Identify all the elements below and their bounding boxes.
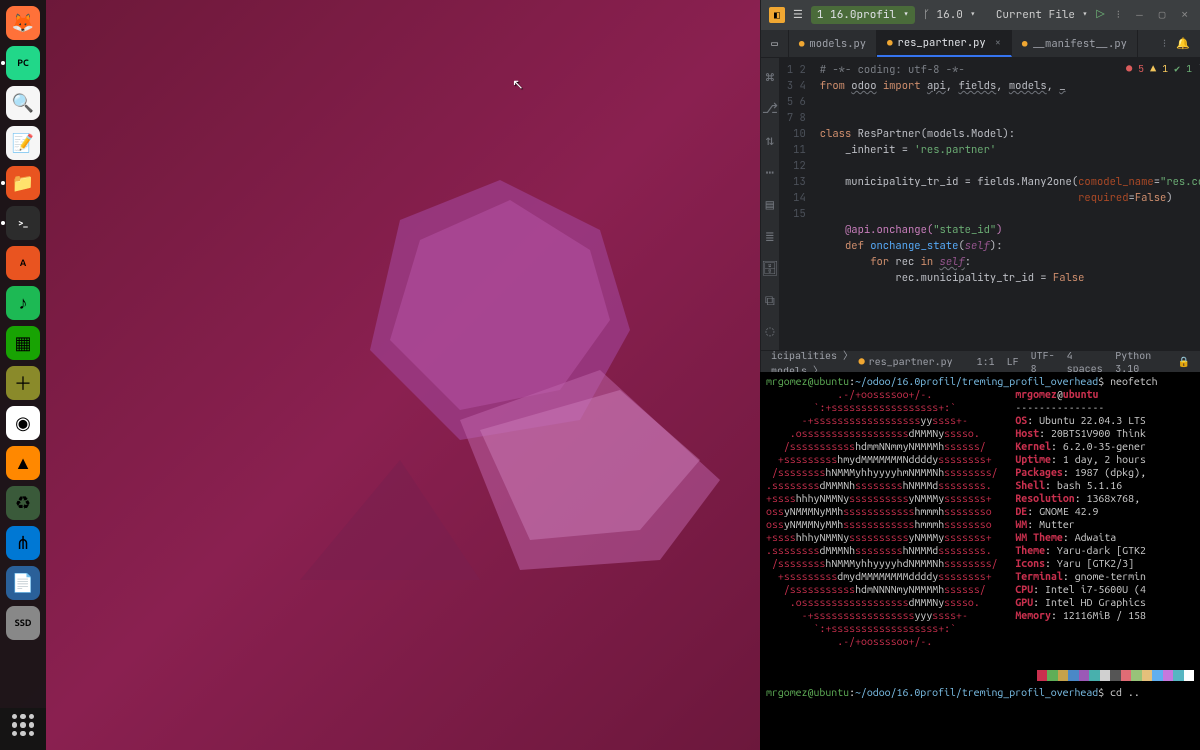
- dock-writer[interactable]: 📄: [6, 566, 40, 600]
- dock-trash[interactable]: ♻: [6, 486, 40, 520]
- dock-software[interactable]: A: [6, 246, 40, 280]
- editor-tab[interactable]: ● models.py: [789, 30, 877, 57]
- dock-vlc[interactable]: ▲: [6, 446, 40, 480]
- project-selector[interactable]: 1 16.0profil ▾: [811, 6, 915, 24]
- indent-setting[interactable]: 4 spaces: [1067, 349, 1104, 375]
- ubuntu-dock: 🦊 PC 🔍 📝 📁 >_ A ♪ ▦ ＋ ◉ ▲ ♻ ⋔ 📄 SSD: [0, 0, 46, 750]
- tab-actions-button[interactable]: ⁝: [1163, 37, 1167, 51]
- file-encoding[interactable]: UTF-8: [1031, 349, 1055, 375]
- editor-tabs: ▭ ● models.py ● res_partner.py × ● __manifest_…: [761, 30, 1200, 58]
- dock-magnifier[interactable]: 🔍: [6, 86, 40, 120]
- editor-tab[interactable]: ● res_partner.py ×: [877, 30, 1012, 57]
- structure-tool-icon[interactable]: ⌘: [766, 68, 774, 86]
- run-button[interactable]: ▷: [1096, 6, 1104, 24]
- code-editor[interactable]: ● 5 ▲ 1 ✔ 1 ˇ 1 2 3 4 5 6 7 8 10 11 12 1…: [780, 58, 1200, 350]
- dock-ssd[interactable]: SSD: [6, 606, 40, 640]
- editor-gutter: 1 2 3 4 5 6 7 8 10 11 12 13 14 15: [780, 58, 812, 350]
- pycharm-titlebar: ◧ ☰ 1 16.0profil ▾ ᚴ 16.0 ▾ Current File…: [761, 0, 1200, 30]
- app-grid-button[interactable]: [6, 708, 40, 742]
- python-console-icon[interactable]: ◌: [766, 324, 774, 342]
- caret-position[interactable]: 1:1: [977, 355, 995, 368]
- terminal-tool-icon[interactable]: ⧉: [765, 292, 775, 310]
- left-tool-strip: ⌘ ⎇ ⇅ ⋯ ▤ ≣ 🗄 ⧉ ◌ ⊘: [761, 58, 780, 350]
- dock-terminal[interactable]: >_: [6, 206, 40, 240]
- dock-text-editor[interactable]: 📝: [6, 126, 40, 160]
- gnome-terminal-window[interactable]: mrgomez@ubuntu:~/odoo/16.0profil/treming…: [760, 372, 1200, 750]
- pycharm-logo-icon: ◧: [769, 7, 785, 23]
- run-config-selector[interactable]: Current File ▾: [996, 8, 1088, 22]
- pull-requests-icon[interactable]: ⇅: [766, 132, 774, 150]
- dock-add[interactable]: ＋: [6, 366, 40, 400]
- dock-vscode[interactable]: ⋔: [6, 526, 40, 560]
- wallpaper-jellyfish: [300, 160, 720, 580]
- interpreter[interactable]: Python 3.10: [1115, 349, 1165, 375]
- line-separator[interactable]: LF: [1007, 355, 1019, 368]
- dock-chrome[interactable]: ◉: [6, 406, 40, 440]
- inspection-widget[interactable]: ● 5 ▲ 1 ✔ 1 ˇ: [1126, 62, 1200, 75]
- more-tools-icon[interactable]: ⋯: [766, 164, 774, 182]
- bookmarks-icon[interactable]: ▤: [766, 196, 774, 214]
- python-file-icon: ●: [887, 37, 892, 49]
- dock-calc[interactable]: ▦: [6, 326, 40, 360]
- notifications-button[interactable]: 🔔: [1176, 37, 1190, 51]
- dock-files[interactable]: 📁: [6, 166, 40, 200]
- mouse-cursor: ↖: [512, 76, 524, 93]
- dock-firefox[interactable]: 🦊: [6, 6, 40, 40]
- python-file-icon: ●: [799, 38, 804, 50]
- editor-tab[interactable]: ● __manifest__.py: [1012, 30, 1138, 57]
- close-button[interactable]: ✕: [1177, 8, 1192, 22]
- tab-label: res_partner.py: [898, 36, 986, 50]
- python-file-icon: ●: [1022, 38, 1027, 50]
- dock-spotify[interactable]: ♪: [6, 286, 40, 320]
- database-tool-icon[interactable]: 🗄: [761, 260, 779, 278]
- minimize-button[interactable]: ―: [1132, 8, 1147, 22]
- pycharm-statusbar: icipalities 〉 models 〉 ● res_partner.py …: [761, 350, 1200, 372]
- vcs-branch[interactable]: ᚴ 16.0 ▾: [923, 8, 976, 22]
- color-palette: [1026, 670, 1194, 681]
- readonly-lock-icon[interactable]: 🔒: [1178, 355, 1190, 368]
- services-icon[interactable]: ≣: [766, 228, 774, 246]
- tab-label: __manifest__.py: [1032, 37, 1127, 51]
- main-menu-button[interactable]: ☰: [793, 8, 803, 22]
- dock-pycharm[interactable]: PC: [6, 46, 40, 80]
- debug-button[interactable]: ⁝: [1113, 8, 1125, 22]
- commit-tool-icon[interactable]: ⎇: [762, 100, 778, 118]
- maximize-button[interactable]: ▢: [1155, 8, 1170, 22]
- pycharm-window: ◧ ☰ 1 16.0profil ▾ ᚴ 16.0 ▾ Current File…: [760, 0, 1200, 372]
- tab-label: models.py: [809, 37, 866, 51]
- close-tab-icon[interactable]: ×: [995, 36, 1001, 50]
- project-tool-button[interactable]: ▭: [761, 30, 789, 57]
